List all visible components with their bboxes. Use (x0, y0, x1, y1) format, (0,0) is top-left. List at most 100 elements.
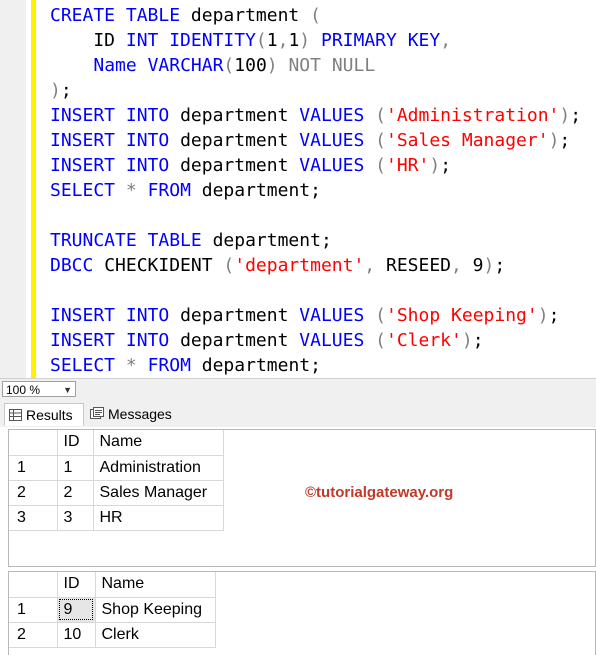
cell-name[interactable]: Clerk (95, 622, 216, 648)
cell-id-selected[interactable]: 9 (57, 597, 96, 623)
code-token: INT (125, 30, 159, 51)
grid-icon (9, 405, 22, 427)
code-token: * (125, 180, 137, 201)
code-token: INTO (125, 155, 170, 176)
code-token: VALUES (299, 330, 365, 351)
column-header-name[interactable]: Name (93, 430, 224, 456)
tab-messages[interactable]: Messages (86, 403, 186, 426)
code-line[interactable]: ID INT IDENTITY(1,1) PRIMARY KEY, (50, 28, 581, 53)
row-number[interactable]: 1 (9, 597, 58, 623)
code-line[interactable]: SELECT * FROM department; (50, 353, 581, 378)
code-token: TABLE (125, 5, 181, 26)
code-line[interactable]: ); (50, 78, 581, 103)
sql-editor[interactable]: CREATE TABLE department ( ID INT IDENTIT… (0, 0, 596, 378)
code-token: INSERT (50, 130, 116, 151)
chevron-down-icon[interactable]: ▼ (63, 382, 72, 398)
table-row[interactable]: 2 10 Clerk (9, 622, 216, 648)
column-header-id[interactable]: ID (57, 430, 94, 456)
code-token: ( (223, 55, 235, 76)
table-row[interactable]: 1 1 Administration (9, 455, 224, 481)
code-line[interactable]: INSERT INTO department VALUES ('Shop Kee… (50, 303, 581, 328)
code-token: 9 (461, 255, 484, 276)
result-table-2: ID Name 1 9 Shop Keeping 2 10 Clerk (9, 572, 216, 648)
row-number[interactable]: 1 (9, 455, 58, 481)
code-token: ) (299, 30, 311, 51)
code-token: department; (201, 230, 332, 251)
zoom-dropdown[interactable]: 100 % ▼ (2, 381, 76, 397)
result-grid-1[interactable]: ID Name 1 1 Administration 2 2 Sales Man… (8, 429, 596, 567)
tab-results[interactable]: Results (4, 403, 84, 426)
code-token: department (169, 305, 300, 326)
code-token: department (180, 5, 311, 26)
cell-id[interactable]: 10 (57, 622, 96, 648)
row-number[interactable]: 2 (9, 480, 58, 506)
cell-name[interactable]: Administration (93, 455, 224, 481)
code-token: ; (472, 330, 484, 351)
code-token: department (169, 330, 300, 351)
code-token: 'Sales Manager' (386, 130, 549, 151)
column-header-id[interactable]: ID (57, 572, 96, 598)
code-line[interactable]: TRUNCATE TABLE department; (50, 228, 581, 253)
row-number[interactable]: 3 (9, 505, 58, 531)
code-token: VARCHAR (147, 55, 224, 76)
zoom-value: 100 % (6, 383, 41, 397)
code-token: * (125, 355, 137, 376)
cell-id[interactable]: 1 (57, 455, 94, 481)
table-row[interactable]: 1 9 Shop Keeping (9, 597, 216, 623)
code-token: ) (559, 105, 571, 126)
code-line[interactable]: INSERT INTO department VALUES ('Clerk'); (50, 328, 581, 353)
code-token: ) (537, 305, 549, 326)
code-token: VALUES (299, 105, 365, 126)
cell-name[interactable]: Sales Manager (93, 480, 224, 506)
code-line[interactable]: INSERT INTO department VALUES ('Sales Ma… (50, 128, 581, 153)
code-token: INTO (125, 105, 170, 126)
cell-id[interactable]: 2 (57, 480, 94, 506)
watermark-text: ©tutorialgateway.org (305, 484, 454, 501)
code-token: ; (60, 80, 72, 101)
code-token: ; (548, 305, 560, 326)
cell-id[interactable]: 3 (57, 505, 94, 531)
row-number-header[interactable] (9, 430, 58, 456)
code-line[interactable]: Name VARCHAR(100) NOT NULL (50, 53, 581, 78)
code-token: department (169, 130, 300, 151)
row-number-header[interactable] (9, 572, 58, 598)
cell-name[interactable]: HR (93, 505, 224, 531)
column-header-name[interactable]: Name (95, 572, 216, 598)
code-token: KEY (407, 30, 441, 51)
code-line[interactable]: SELECT * FROM department; (50, 178, 581, 203)
code-token: ( (255, 30, 267, 51)
result-grid-2[interactable]: ID Name 1 9 Shop Keeping 2 10 Clerk (8, 571, 596, 655)
code-line[interactable]: DBCC CHECKIDENT ('department', RESEED, 9… (50, 253, 581, 278)
cell-name[interactable]: Shop Keeping (95, 597, 216, 623)
messages-icon (90, 404, 104, 426)
code-token: VALUES (299, 155, 365, 176)
code-token: 'Administration' (386, 105, 560, 126)
table-row[interactable]: 3 3 HR (9, 505, 224, 531)
code-token: Name (93, 55, 137, 76)
code-token: 'department' (234, 255, 365, 276)
code-token: IDENTITY (169, 30, 256, 51)
code-line[interactable]: INSERT INTO department VALUES ('Administ… (50, 103, 581, 128)
code-token: INSERT (50, 305, 116, 326)
code-line[interactable] (50, 203, 581, 228)
code-text[interactable]: CREATE TABLE department ( ID INT IDENTIT… (50, 3, 581, 378)
code-token: ( (223, 255, 235, 276)
code-line[interactable]: INSERT INTO department VALUES ('HR'); (50, 153, 581, 178)
code-line[interactable] (50, 278, 581, 303)
row-number[interactable]: 2 (9, 622, 58, 648)
code-token: ; (440, 155, 452, 176)
code-token: ( (375, 130, 386, 151)
code-line[interactable]: CREATE TABLE department ( (50, 3, 581, 28)
table-row[interactable]: 2 2 Sales Manager (9, 480, 224, 506)
